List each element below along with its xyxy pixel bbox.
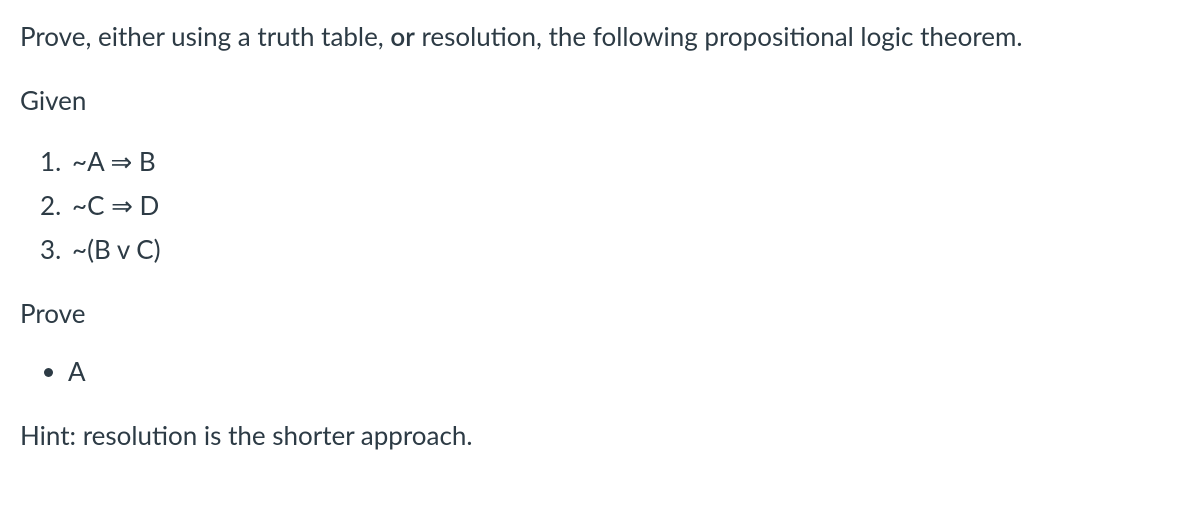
premise-text: ~C ⇒ D: [72, 183, 159, 227]
goal-item: A: [68, 352, 1200, 391]
premise-number: 3.: [40, 227, 72, 271]
premise-text: ~A ⇒ B: [72, 139, 156, 183]
intro-text-post: resolution, the following propositional …: [415, 20, 1023, 52]
given-label: Given: [20, 82, 1200, 118]
premise-number: 2.: [40, 183, 72, 227]
problem-statement: Prove, either using a truth table, or re…: [20, 18, 1200, 54]
premise-item: 2. ~C ⇒ D: [40, 183, 1200, 227]
goals-list: A: [20, 352, 1200, 391]
prove-label: Prove: [20, 295, 1200, 331]
goal-text: A: [68, 355, 86, 387]
intro-text-pre: Prove, either using a truth table,: [20, 20, 390, 52]
premise-number: 1.: [40, 139, 72, 183]
premise-item: 1. ~A ⇒ B: [40, 139, 1200, 183]
premise-text: ~(B v C): [72, 227, 161, 271]
premise-item: 3. ~(B v C): [40, 227, 1200, 271]
hint-text: Hint: resolution is the shorter approach…: [20, 417, 1200, 453]
intro-or: or: [390, 20, 414, 52]
premises-list: 1. ~A ⇒ B 2. ~C ⇒ D 3. ~(B v C): [20, 139, 1200, 272]
